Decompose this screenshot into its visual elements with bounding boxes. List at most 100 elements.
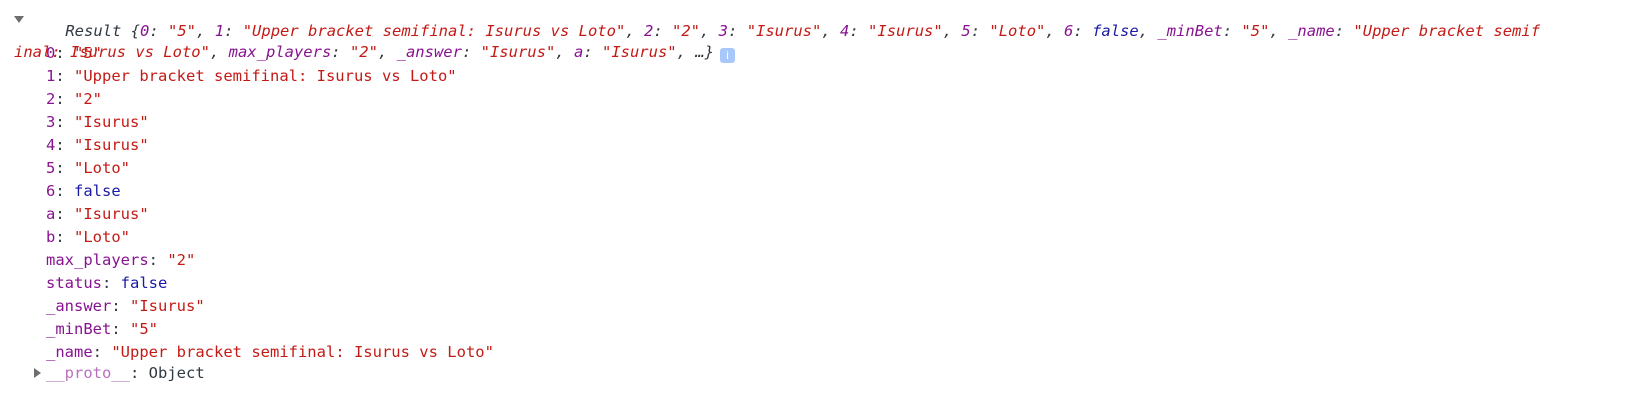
property-key: a [46,205,56,223]
property-colon: : [102,274,121,292]
summary-entry-key: 6 [1064,22,1074,40]
summary-entry-value: "Isurus" [601,43,677,61]
summary-entry-key: a [573,43,584,61]
property-key: b [46,228,56,246]
summary-entries: 0: "5", 1: "Upper bracket semifinal: Isu… [14,22,1540,61]
summary-entry-separator: , [1045,22,1065,40]
summary-entry-colon: : [331,43,350,61]
property-value: "Isurus" [74,113,149,131]
summary-entry-colon: : [653,22,672,40]
summary-entry-key: 1 [214,22,225,40]
summary-entry-value: false [1092,22,1139,40]
property-key: 6 [46,182,56,200]
property-value: "Isurus" [74,136,149,154]
property-value: "Upper bracket semifinal: Isurus vs Loto… [111,343,494,361]
property-colon: : [111,320,130,338]
property-row[interactable]: 0: "5" [46,42,102,65]
property-value: false [120,274,168,292]
property-row[interactable]: status: false [46,272,167,295]
property-key: 3 [46,113,56,131]
property-colon: : [55,90,75,108]
property-row[interactable]: a: "Isurus" [46,203,149,226]
summary-entry-separator: , [625,22,644,40]
summary-entry-value: "Loto" [989,22,1046,40]
property-colon: : [55,67,75,85]
proto-value: Object [148,364,205,382]
property-key: _minBet [46,320,112,338]
summary-text: Result {0: "5", 1: "Upper bracket semifi… [14,22,1540,63]
property-key: 5 [46,159,56,177]
proto-row[interactable]: __proto__: Object [46,362,205,385]
property-row[interactable]: 5: "Loto" [46,157,130,180]
property-key: 0 [46,44,56,62]
summary-entry-key: 2 [643,22,654,40]
summary-entry-separator: , [209,43,229,61]
property-row[interactable]: 1: "Upper bracket semifinal: Isurus vs L… [46,65,457,88]
property-value: "5" [130,320,158,338]
property-colon: : [92,343,112,361]
property-value: "Isurus" [74,205,149,223]
summary-entry-colon: : [461,43,481,61]
property-colon: : [55,113,75,131]
property-value: false [74,182,121,200]
property-row[interactable]: 2: "2" [46,88,102,111]
property-value: "2" [167,251,196,269]
property-row[interactable]: _answer: "Isurus" [46,295,205,318]
summary-entry-key: 5 [961,22,971,40]
summary-entry-value: "2" [349,43,378,61]
property-row[interactable]: _minBet: "5" [46,318,158,341]
property-row[interactable]: _name: "Upper bracket semifinal: Isurus … [46,341,494,364]
property-colon: : [55,136,75,154]
property-key: max_players [46,251,149,269]
summary-entry-separator: , [555,43,574,61]
property-value: "Upper bracket semifinal: Isurus vs Loto… [74,67,457,85]
summary-entry-key: _answer [396,43,462,61]
property-key: 4 [46,136,56,154]
property-row[interactable]: 4: "Isurus" [46,134,149,157]
summary-entry-value: "Isurus" [868,22,943,40]
summary-entry-value: "Isurus" [480,43,556,61]
summary-entry-colon: : [1334,22,1354,40]
console-output: Result {0: "5", 1: "Upper bracket semifi… [0,0,1639,404]
summary-entry-separator: , [676,43,696,61]
property-row[interactable]: 6: false [46,180,121,203]
property-value: "Loto" [74,159,131,177]
summary-entry-key: 3 [718,22,729,40]
property-value: "Isurus" [130,297,205,315]
info-icon[interactable]: i [719,48,735,63]
summary-entry-separator: , [821,22,841,40]
property-colon: : [111,297,130,315]
proto-key: __proto__ [46,364,130,382]
summary-entry-colon: : [849,22,869,40]
summary-entry-key: max_players [228,43,332,61]
summary-entry-colon: : [1073,22,1093,40]
summary-entry-key: _minBet [1157,22,1223,40]
summary-entry-colon: : [970,22,990,40]
property-row[interactable]: b: "Loto" [46,226,130,249]
summary-entry-separator: , [1269,22,1289,40]
summary-entry-value: "2" [672,22,700,40]
proto-colon: : [130,364,149,382]
property-row[interactable]: 3: "Isurus" [46,111,149,134]
summary-entry-separator: , [196,22,215,40]
summary-entry-separator: , [377,43,397,61]
summary-entry-key: 4 [840,22,850,40]
summary-entry-separator: , [700,22,719,40]
summary-entry-colon: : [149,22,169,40]
summary-entry-colon: : [728,22,747,40]
property-key: 2 [46,90,56,108]
property-colon: : [55,205,75,223]
collapse-triangle-icon[interactable] [34,368,41,378]
summary-entry-value: "Isurus" [746,22,822,40]
summary-entry-value: "Upper bracket semifinal: Isurus vs Loto… [242,22,626,40]
property-row[interactable]: max_players: "2" [46,249,195,272]
summary-entry-separator: , [942,22,962,40]
property-value: "2" [74,90,103,108]
summary-entry-key: 0 [140,22,150,40]
property-key: 1 [46,67,56,85]
summary-ellipsis: …} [695,43,714,61]
summary-entry-separator: , [1138,22,1158,40]
property-colon: : [55,44,75,62]
summary-entry-key: _name [1288,22,1335,40]
property-colon: : [55,182,75,200]
